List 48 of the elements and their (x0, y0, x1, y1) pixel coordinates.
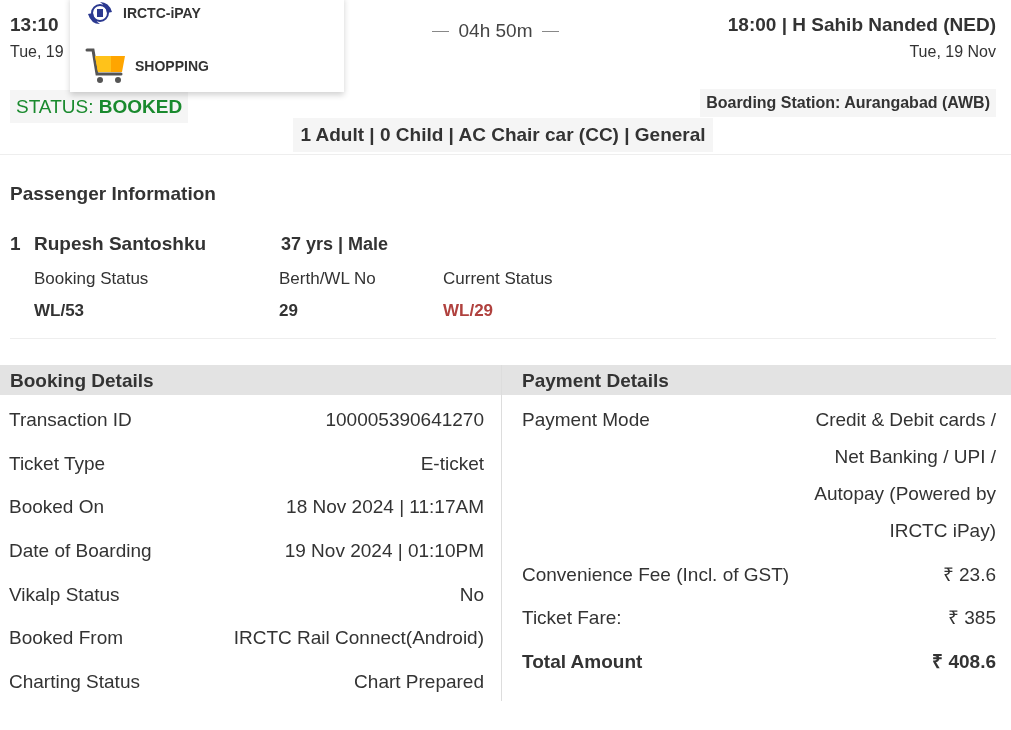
booking-status: STATUS: BOOKED (10, 90, 189, 123)
journey-summary: 1 Adult | 0 Child | AC Chair car (CC) | General (293, 118, 713, 152)
detail-value: No (459, 583, 484, 606)
detail-value: IRCTC iPay) (889, 520, 996, 542)
field-label: Berth/WL No (279, 269, 377, 289)
detail-label: Charting Status (9, 671, 140, 694)
passenger-name: Rupesh Santoshku (34, 233, 208, 255)
detail-label: Booked From (9, 627, 124, 650)
detail-value: Chart Prepared (354, 671, 484, 694)
cart-icon (85, 46, 127, 86)
detail-label: Payment Mode (522, 409, 650, 431)
section-title: Passenger Information (10, 183, 217, 205)
detail-value: 100005390641270 (325, 409, 484, 431)
arrival-date: Tue, 19 Nov (909, 43, 996, 61)
detail-label: Convenience Fee (Incl. of GST) (522, 563, 790, 586)
detail-value: IRCTC Rail Connect(Android) (233, 627, 484, 650)
detail-label: Total Amount (522, 651, 643, 674)
boarding-station: Boarding Station: Aurangabad (AWB) (700, 88, 996, 117)
field-label: Current Status (443, 269, 554, 289)
field-label: Booking Status (34, 269, 150, 289)
detail-value: 19 Nov 2024 | 01:10PM (284, 540, 484, 563)
detail-label: Transaction ID (9, 409, 132, 431)
detail-value: Autopay (Powered by (814, 483, 996, 505)
panel-header: Payment Details (502, 365, 1011, 395)
departure-date: Tue, 19 (10, 43, 65, 61)
arrival-time-station: 18:00 | H Sahib Nanded (NED) (727, 14, 996, 36)
detail-value: ₹ 408.6 (932, 651, 996, 674)
detail-value: Credit & Debit cards / (815, 409, 996, 431)
field-value: WL/29 (443, 301, 495, 321)
detail-value: 18 Nov 2024 | 11:17AM (286, 496, 484, 519)
passenger-age-gender: 37 yrs | Male (281, 234, 390, 255)
field-value: 29 (279, 301, 299, 321)
detail-label: Booked On (9, 496, 105, 519)
detail-value: Net Banking / UPI / (834, 446, 996, 468)
menu-item[interactable]: IRCTC-iPAY (85, 0, 344, 26)
detail-label: Date of Boarding (9, 540, 152, 563)
menu-item[interactable]: SHOPPING (85, 46, 344, 86)
detail-label: Vikalp Status (9, 583, 120, 606)
detail-label: Ticket Fare: (522, 607, 622, 630)
passenger-number: 1 (10, 233, 22, 255)
panel-header: Booking Details (0, 365, 501, 395)
detail-value: E-ticket (420, 452, 484, 475)
detail-value: ₹ 385 (948, 607, 996, 630)
field-value: WL/53 (34, 301, 86, 321)
journey-duration: 04h 50m (458, 20, 533, 42)
departure-time: 13:10 (10, 14, 60, 36)
detail-label: Ticket Type (9, 452, 106, 475)
detail-value: ₹ 23.6 (942, 563, 996, 586)
